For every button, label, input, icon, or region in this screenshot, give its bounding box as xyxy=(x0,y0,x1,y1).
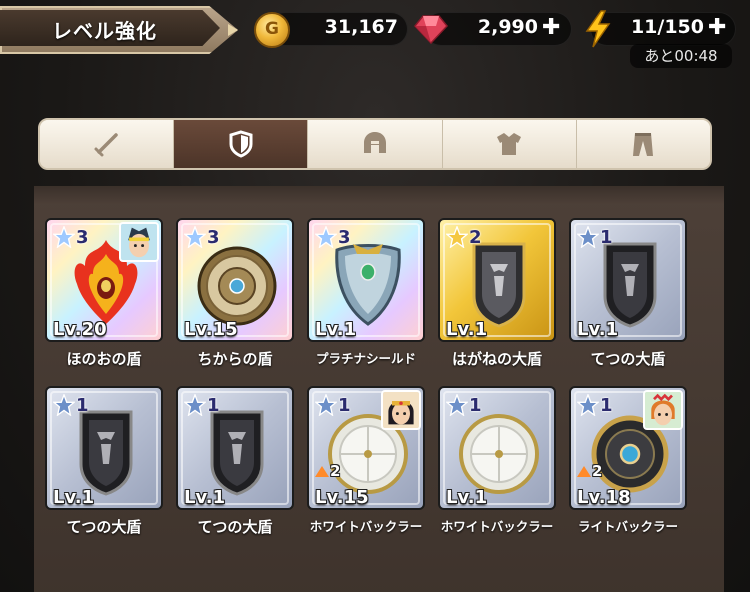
list-item[interactable]: 2 Lv.1 はがねの大盾 xyxy=(438,218,556,380)
item-name: ライトバックラー xyxy=(577,519,678,534)
item-card: 2 Lv.1 xyxy=(438,218,556,342)
item-level: Lv.15 xyxy=(184,319,238,340)
item-level: Lv.1 xyxy=(446,319,488,340)
silver-star-icon xyxy=(53,394,75,416)
item-level: Lv.1 xyxy=(315,319,357,340)
title-arrow-icon xyxy=(228,24,238,36)
item-level: Lv.20 xyxy=(53,319,107,340)
silver-star-icon xyxy=(577,394,599,416)
silver-star-icon xyxy=(315,394,337,416)
rarity-badge: 1 xyxy=(184,392,220,418)
rarity-badge: 3 xyxy=(184,224,220,250)
gold-coin-icon: G xyxy=(254,12,290,48)
rarity-badge: 3 xyxy=(315,224,351,250)
list-item[interactable]: 1 Lv.1 てつの大盾 xyxy=(569,218,687,380)
helmet-icon xyxy=(364,132,386,153)
list-item[interactable]: 3 Lv.20 ほのおの盾 xyxy=(45,218,163,380)
item-level: Lv.1 xyxy=(184,487,226,508)
add-gems-button[interactable]: ✚ xyxy=(542,15,560,40)
item-card: 3 Lv.20 xyxy=(45,218,163,342)
silver-star-icon xyxy=(577,226,599,248)
rarity-badge: 2 xyxy=(446,224,482,250)
tab-armor[interactable] xyxy=(442,120,577,168)
equipped-character-avatar xyxy=(381,390,421,430)
item-level: Lv.15 xyxy=(315,487,369,508)
stamina-bolt-icon xyxy=(585,10,611,48)
gem-icon xyxy=(414,15,448,44)
sword-icon xyxy=(94,133,118,157)
upgrade-badge: 2 xyxy=(315,462,340,480)
gem-amount: 2,990 xyxy=(477,16,538,38)
stamina-amount: 11/150 xyxy=(630,16,704,38)
list-item[interactable]: 1 Lv.1 てつの大盾 xyxy=(45,386,163,548)
rarity-badge: 1 xyxy=(577,392,613,418)
rarity-badge: 3 xyxy=(53,224,89,250)
gold-star-icon xyxy=(446,226,468,248)
gold-amount: 31,167 xyxy=(324,16,398,38)
stamina-timer: あと00:48 xyxy=(630,44,732,68)
page-title: レベル強化 xyxy=(52,19,157,43)
rarity-badge: 1 xyxy=(577,224,613,250)
silver-star-icon xyxy=(446,394,468,416)
item-name: ホワイトバックラー xyxy=(309,519,423,534)
upgrade-arrow-icon xyxy=(315,465,329,477)
list-item[interactable]: 3 Lv.1 プラチナシールド xyxy=(307,218,425,380)
item-name: はがねの大盾 xyxy=(451,350,542,368)
item-card: 1 2 Lv.15 xyxy=(307,386,425,510)
tab-weapon[interactable] xyxy=(40,120,175,168)
tab-helmet[interactable] xyxy=(308,120,443,168)
silver-star-icon xyxy=(184,394,206,416)
item-level: Lv.1 xyxy=(446,487,488,508)
item-card: 3 Lv.15 xyxy=(176,218,294,342)
rainbow-star-icon xyxy=(184,226,206,248)
rainbow-star-icon xyxy=(53,226,75,248)
item-level: Lv.1 xyxy=(53,487,95,508)
item-card: 3 Lv.1 xyxy=(307,218,425,342)
list-item[interactable]: 1 2 Lv.18 ライトバックラー xyxy=(569,386,687,548)
item-name: プラチナシールド xyxy=(315,351,416,366)
pants-icon xyxy=(633,133,654,156)
hero-avatar-icon xyxy=(121,224,157,260)
list-item[interactable]: 3 Lv.15 ちからの盾 xyxy=(176,218,294,380)
item-name: ホワイトバックラー xyxy=(440,519,554,534)
item-name: てつの大盾 xyxy=(590,350,666,368)
rarity-badge: 1 xyxy=(53,392,89,418)
tab-legwear[interactable] xyxy=(576,120,710,168)
rainbow-star-icon xyxy=(315,226,337,248)
item-level: Lv.1 xyxy=(577,319,619,340)
list-item[interactable]: 1 2 Lv.15 ホワイトバックラー xyxy=(307,386,425,548)
item-card: 1 Lv.1 xyxy=(45,386,163,510)
item-card: 1 Lv.1 xyxy=(176,386,294,510)
item-card: 1 Lv.1 xyxy=(438,386,556,510)
upgrade-badge: 2 xyxy=(577,462,602,480)
item-name: ちからの盾 xyxy=(197,350,273,368)
princess-avatar-icon xyxy=(383,392,419,428)
upgrade-arrow-icon xyxy=(577,465,591,477)
list-item[interactable]: 1 Lv.1 てつの大盾 xyxy=(176,386,294,548)
add-stamina-button[interactable]: ✚ xyxy=(708,15,726,40)
item-card: 1 2 Lv.18 xyxy=(569,386,687,510)
list-item[interactable]: 1 Lv.1 ホワイトバックラー xyxy=(438,386,556,548)
item-name: ほのおの盾 xyxy=(66,350,142,368)
armor-icon xyxy=(497,133,522,155)
rarity-badge: 1 xyxy=(446,392,482,418)
equipped-character-avatar xyxy=(643,390,683,430)
rarity-badge: 1 xyxy=(315,392,351,418)
item-name: てつの大盾 xyxy=(66,518,142,536)
item-card: 1 Lv.1 xyxy=(569,218,687,342)
fighter-avatar-icon xyxy=(645,392,681,428)
item-name: てつの大盾 xyxy=(197,518,273,536)
tab-shield[interactable] xyxy=(174,120,309,168)
equipment-tabs xyxy=(38,118,712,170)
item-level: Lv.18 xyxy=(577,487,631,508)
shield-icon xyxy=(229,130,253,158)
equipped-character-avatar xyxy=(119,222,159,262)
